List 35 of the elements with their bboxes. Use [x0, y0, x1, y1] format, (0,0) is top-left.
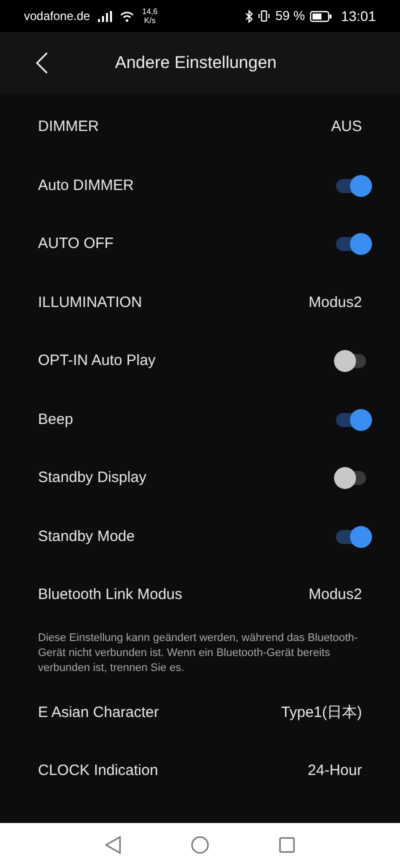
- bluetooth-icon: [245, 10, 254, 22]
- page-title: Andere Einstellungen: [115, 52, 277, 74]
- setting-value[interactable]: Type1(日本): [281, 702, 362, 724]
- wifi-icon: [120, 10, 134, 22]
- setting-label: Standby Display: [38, 468, 146, 488]
- speed-value: 14,6: [142, 7, 158, 16]
- back-nav-icon[interactable]: [105, 836, 121, 854]
- setting-label: Bluetooth Link Modus: [38, 585, 182, 605]
- setting-label: ILLUMINATION: [38, 292, 142, 312]
- recents-nav-icon[interactable]: [279, 837, 295, 853]
- setting-label: DIMMER: [38, 117, 99, 137]
- setting-label: Auto DIMMER: [38, 176, 134, 196]
- toggle-switch[interactable]: [334, 174, 372, 197]
- setting-label: AUTO OFF: [38, 234, 114, 254]
- carrier-name: vodafone.de: [24, 8, 90, 25]
- home-nav-icon[interactable]: [191, 836, 209, 854]
- setting-label: E Asian Character: [38, 702, 159, 722]
- setting-value[interactable]: Modus2: [308, 292, 362, 314]
- toggle-switch[interactable]: [334, 408, 372, 431]
- speed-unit: K/s: [144, 16, 156, 25]
- setting-value[interactable]: AUS: [331, 116, 362, 138]
- signal-icon: [98, 10, 112, 22]
- setting-label: Beep: [38, 410, 74, 430]
- toggle-switch[interactable]: [334, 526, 372, 548]
- setting-note: Diese Einstellung kann geändert werden, während das Bluetooth-Gerät nicht verbunden ist. Wenn ein Bluetooth-Gerät bereits verbunden ist, trennen Sie es.: [38, 630, 359, 676]
- setting-label: OPT-IN Auto Play: [38, 351, 156, 371]
- battery-percent: 59 %: [275, 7, 305, 26]
- setting-label: Standby Mode: [38, 526, 135, 546]
- clock-time: 13:01: [340, 6, 376, 26]
- setting-value[interactable]: Modus2: [308, 584, 362, 606]
- setting-value[interactable]: 24-Hour: [308, 760, 362, 782]
- vibrate-icon: [258, 10, 270, 22]
- setting-label: CLOCK Indication: [38, 761, 158, 781]
- battery-icon: [310, 10, 332, 22]
- toggle-switch[interactable]: [334, 233, 372, 256]
